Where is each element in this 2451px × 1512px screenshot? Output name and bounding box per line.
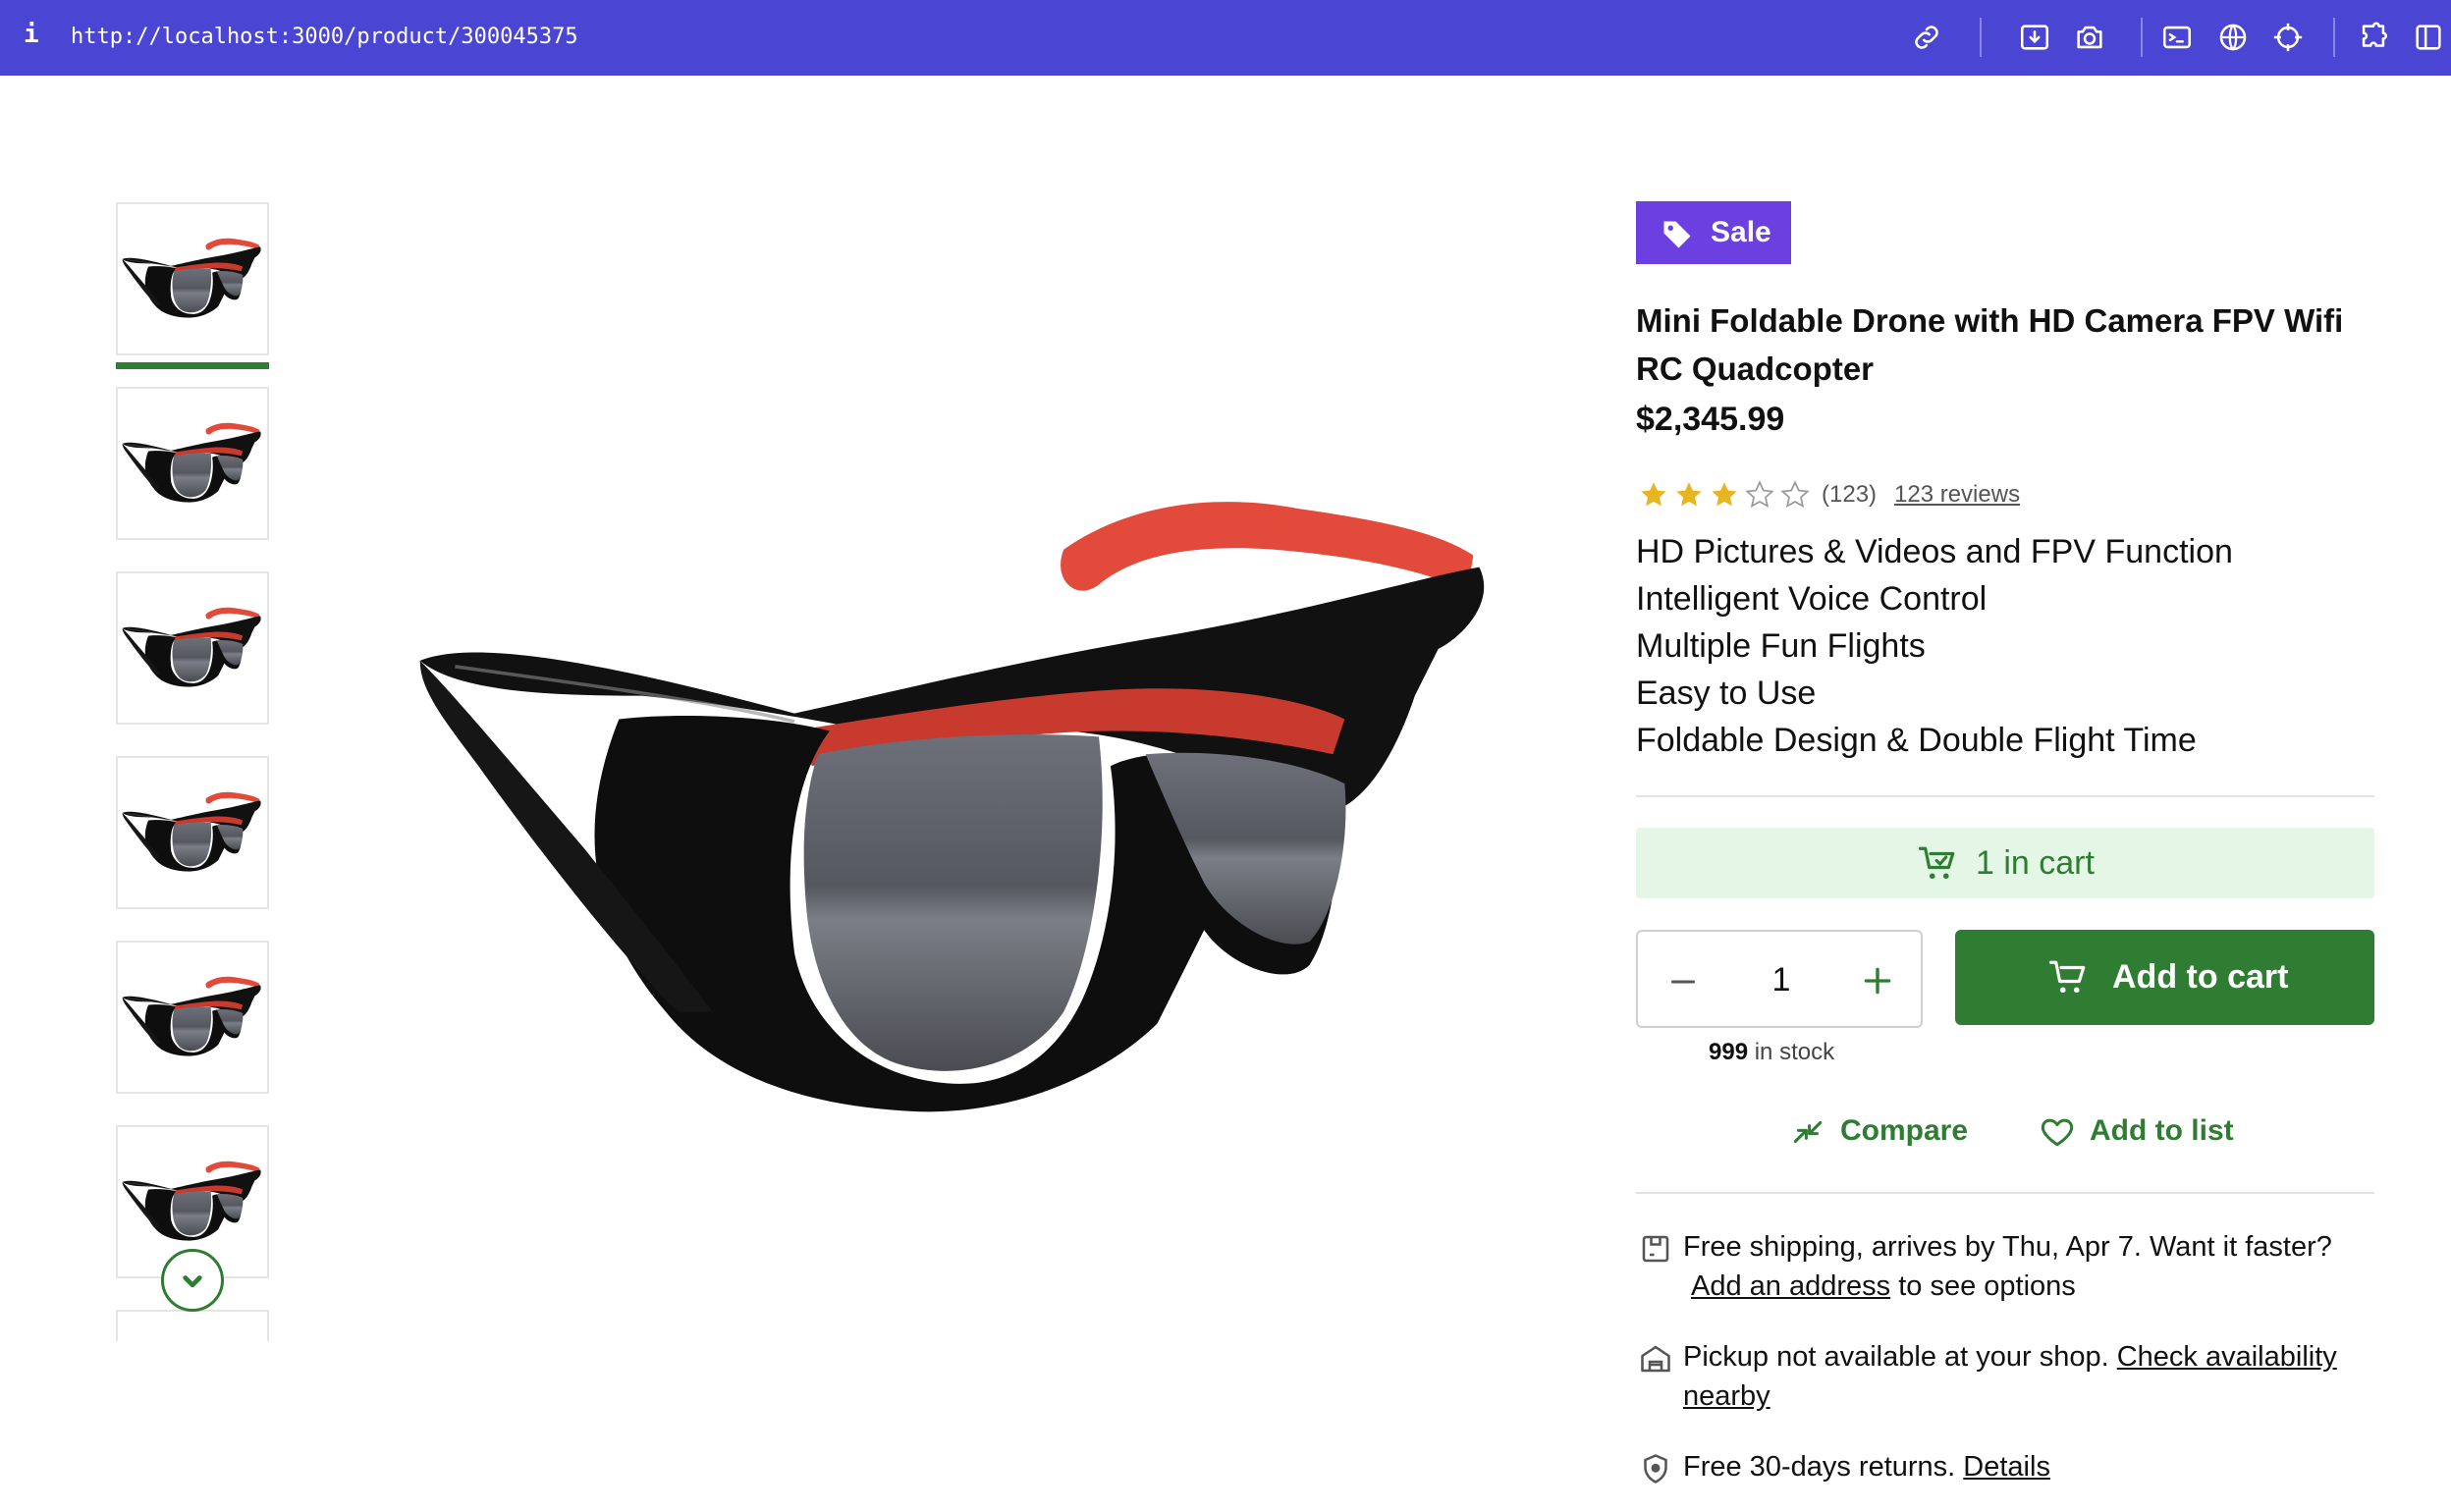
terminal-icon[interactable] (2160, 21, 2194, 54)
thumbnail-2[interactable] (116, 387, 269, 540)
reviews-link[interactable]: 123 reviews (1894, 481, 2020, 509)
compare-label: Compare (1840, 1114, 1969, 1147)
star-filled-icon (1712, 482, 1737, 507)
thumbnail-5[interactable] (116, 941, 269, 1094)
plus-icon[interactable] (1858, 961, 1897, 1000)
shipping-box-icon (1642, 1235, 1669, 1263)
browser-toolbar: i http://localhost:3000/product/30004537… (0, 0, 2451, 76)
tag-icon (1663, 221, 1691, 248)
product-title: Mini Foldable Drone with HD Camera FPV W… (1636, 302, 2344, 387)
shipping-text-block: Free shipping, arrives by Thu, Apr 7. Wa… (1683, 1227, 2380, 1306)
star-filled-icon (1676, 482, 1702, 507)
feature-item: Foldable Design & Double Flight Time (1636, 722, 2197, 759)
shipping-suffix: to see options (1898, 1270, 2076, 1302)
toolbar-divider (1980, 18, 1982, 57)
compare-icon (1793, 1120, 1823, 1144)
pickup-text: Pickup not available at your shop. (1683, 1341, 2109, 1373)
shipping-text: Free shipping, arrives by Thu, Apr 7. Wa… (1683, 1231, 2332, 1263)
feature-list: HD Pictures & Videos and FPV Function In… (1636, 528, 2233, 764)
feature-item: Intelligent Voice Control (1636, 580, 1988, 618)
thumbnail-7[interactable] (116, 1310, 269, 1341)
add-to-cart-label: Add to cart (2112, 958, 2289, 996)
toolbar-divider (2141, 18, 2143, 57)
divider (1636, 1192, 2374, 1194)
heart-icon (2041, 1118, 2074, 1147)
selected-thumbnail-indicator (116, 362, 269, 369)
crosshair-icon[interactable] (2271, 21, 2305, 54)
feature-item: HD Pictures & Videos and FPV Function (1636, 533, 2233, 570)
in-cart-banner[interactable]: 1 in cart (1636, 828, 2374, 898)
download-icon[interactable] (2018, 21, 2051, 54)
info-icon[interactable]: i (24, 20, 39, 49)
quantity-stepper: 1 (1636, 930, 1923, 1028)
product-price: $2,345.99 (1636, 401, 1785, 438)
sale-badge-label: Sale (1711, 216, 1771, 248)
divider (1636, 795, 2374, 797)
rating-count: (123) (1822, 481, 1878, 508)
star-filled-icon (1641, 482, 1666, 507)
returns-text-block: Free 30-days returns. Details (1683, 1447, 2380, 1486)
add-address-link[interactable]: Add an address (1691, 1270, 1890, 1302)
link-icon[interactable] (1910, 21, 1943, 54)
add-to-cart-button[interactable]: Add to cart (1955, 930, 2374, 1025)
sunglasses-image (122, 976, 261, 1056)
add-to-list-label: Add to list (2090, 1114, 2234, 1147)
sunglasses-image (122, 791, 261, 872)
shield-icon (1644, 1454, 1667, 1484)
stock-suffix: in stock (1754, 1039, 1835, 1065)
stock-status: 999 in stock (1709, 1039, 1834, 1066)
camera-icon[interactable] (2073, 21, 2106, 54)
chevron-down-icon (183, 1275, 202, 1288)
stock-count: 999 (1709, 1039, 1749, 1065)
sale-badge: Sale (1636, 201, 1791, 264)
thumbnail-list (116, 202, 269, 1341)
cart-check-icon (1918, 846, 1955, 880)
address-bar[interactable]: http://localhost:3000/product/300045375 (71, 25, 578, 49)
thumbnail-3[interactable] (116, 571, 269, 725)
sidebar-icon[interactable] (2412, 21, 2445, 54)
store-icon (1641, 1345, 1670, 1373)
returns-details-link[interactable]: Details (1963, 1451, 2050, 1483)
thumbnail-1[interactable] (116, 202, 269, 355)
sunglasses-image (122, 607, 261, 687)
feature-item: Easy to Use (1636, 675, 1817, 712)
sunglasses-image (122, 422, 261, 503)
pickup-text-block: Pickup not available at your shop. Check… (1683, 1337, 2380, 1416)
toolbar-divider (2333, 18, 2335, 57)
main-product-image[interactable] (373, 412, 1532, 1178)
sunglasses-image (122, 238, 261, 318)
in-cart-label: 1 in cart (1976, 844, 2095, 882)
cart-icon (2048, 960, 2086, 994)
feature-item: Multiple Fun Flights (1636, 627, 1926, 665)
thumbnails-scroll-down-button[interactable] (161, 1249, 224, 1312)
sunglasses-image (417, 500, 1486, 1114)
returns-text: Free 30-days returns. (1683, 1451, 1956, 1483)
extension-icon[interactable] (2357, 21, 2390, 54)
star-empty-icon (1780, 480, 1810, 509)
star-empty-icon (1745, 480, 1774, 509)
thumbnail-4[interactable] (116, 756, 269, 909)
globe-icon[interactable] (2216, 21, 2250, 54)
